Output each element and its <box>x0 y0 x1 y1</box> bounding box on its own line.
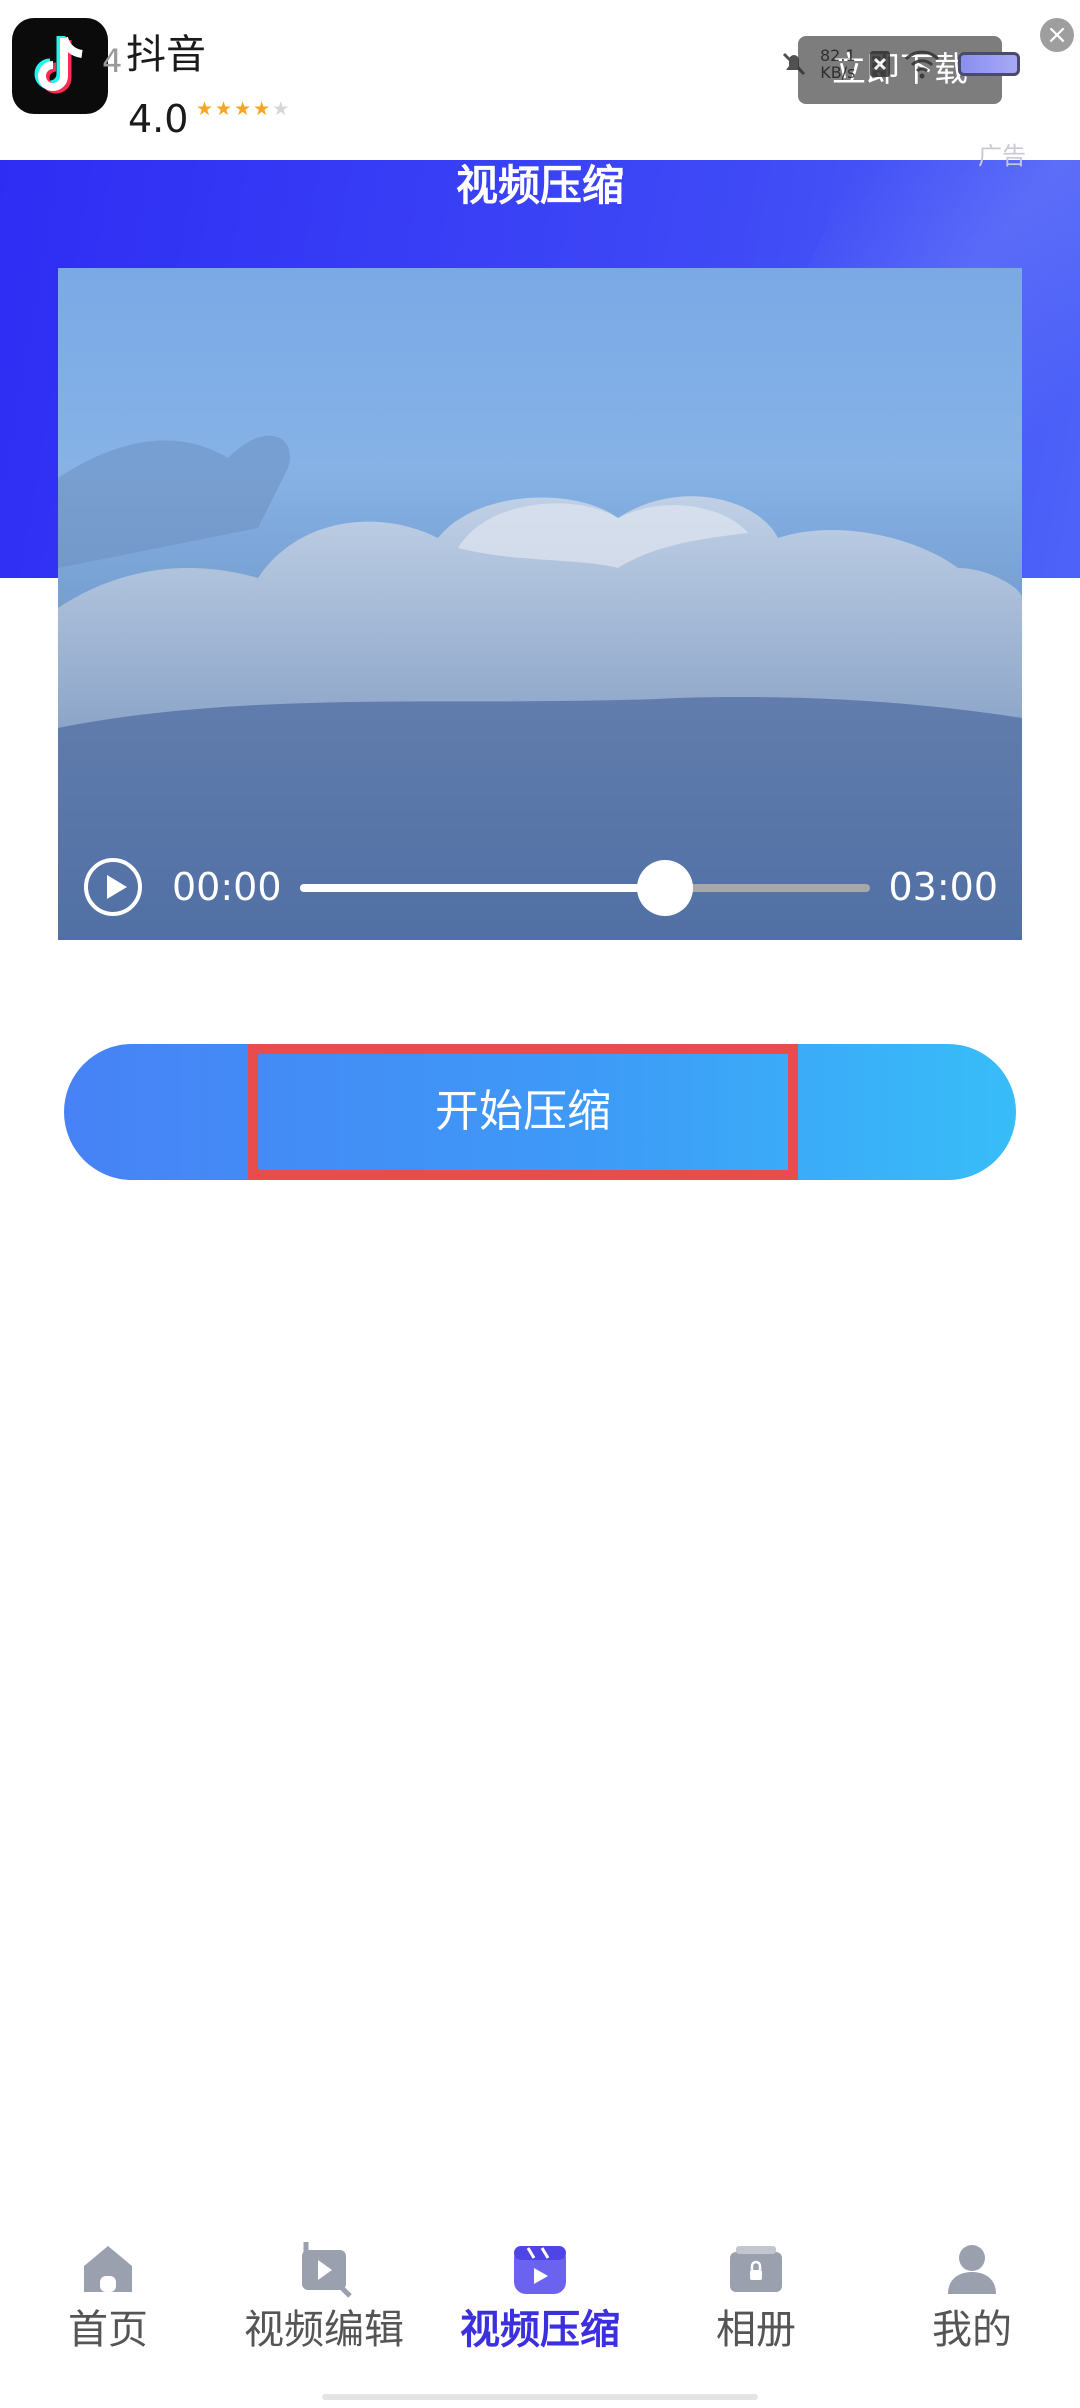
play-icon[interactable] <box>84 858 142 916</box>
home-icon <box>84 2246 132 2292</box>
video-compress-icon <box>514 2246 566 2294</box>
star-icon: ★ <box>196 98 214 120</box>
tiktok-logo-icon[interactable] <box>12 18 108 114</box>
ad-banner[interactable]: 4 抖音 4.0 ★ ★ ★ ★ ★ 立即下载 82.1 KB/s × 广告 <box>0 0 1080 170</box>
network-speed: 82.1 KB/s <box>820 46 856 82</box>
battery-icon <box>958 52 1020 76</box>
page-title: 视频压缩 <box>455 161 624 210</box>
nav-label-home: 首页 <box>68 2307 148 2353</box>
nav-item-album[interactable]: 相册 <box>648 2218 864 2388</box>
nav-item-video-edit[interactable]: 视频编辑 <box>216 2218 432 2388</box>
no-sim-icon <box>869 51 890 77</box>
star-icon: ★ <box>234 98 252 120</box>
nav-item-home[interactable]: 首页 <box>0 2218 216 2388</box>
nav-label-profile: 我的 <box>932 2307 1012 2353</box>
status-bar-residue: 4 <box>102 42 123 80</box>
ad-rating-value: 4.0 <box>128 97 189 141</box>
close-icon[interactable]: × <box>1040 18 1074 52</box>
home-indicator[interactable] <box>322 2394 758 2400</box>
total-time: 03:00 <box>888 865 998 909</box>
nav-item-video-compress[interactable]: 视频压缩 <box>432 2218 648 2388</box>
nav-label-video-compress: 视频压缩 <box>460 2307 620 2353</box>
profile-icon <box>948 2245 996 2294</box>
progress-slider[interactable] <box>300 860 870 916</box>
nav-item-profile[interactable]: 我的 <box>864 2218 1080 2388</box>
ad-app-name: 抖音 <box>126 32 206 78</box>
ad-rating-stars: ★ ★ ★ ★ ★ <box>196 98 289 120</box>
progress-thumb[interactable] <box>636 860 693 916</box>
star-icon: ★ <box>253 98 271 120</box>
start-compress-background[interactable]: 开始压缩 <box>64 1044 1016 1180</box>
star-empty-icon: ★ <box>272 98 290 120</box>
status-icons: 82.1 KB/s <box>778 42 940 86</box>
video-player[interactable]: 00:00 03:00 <box>58 268 1022 940</box>
star-icon: ★ <box>215 98 233 120</box>
ad-label: 广告 <box>978 142 1026 170</box>
current-time: 00:00 <box>172 865 282 909</box>
nav-label-album: 相册 <box>716 2307 796 2353</box>
nav-label-video-edit: 视频编辑 <box>244 2307 404 2353</box>
video-controls: 00:00 03:00 <box>58 820 1022 940</box>
mute-bell-icon <box>782 52 806 76</box>
wifi-icon <box>904 50 939 79</box>
start-compress-button[interactable]: 开始压缩 <box>248 1044 798 1180</box>
video-edit-icon <box>302 2242 352 2298</box>
album-icon <box>730 2246 782 2292</box>
progress-fill <box>300 884 665 892</box>
bottom-nav: 首页 视频编辑 视频压缩 相册 我的 <box>0 2218 1080 2388</box>
